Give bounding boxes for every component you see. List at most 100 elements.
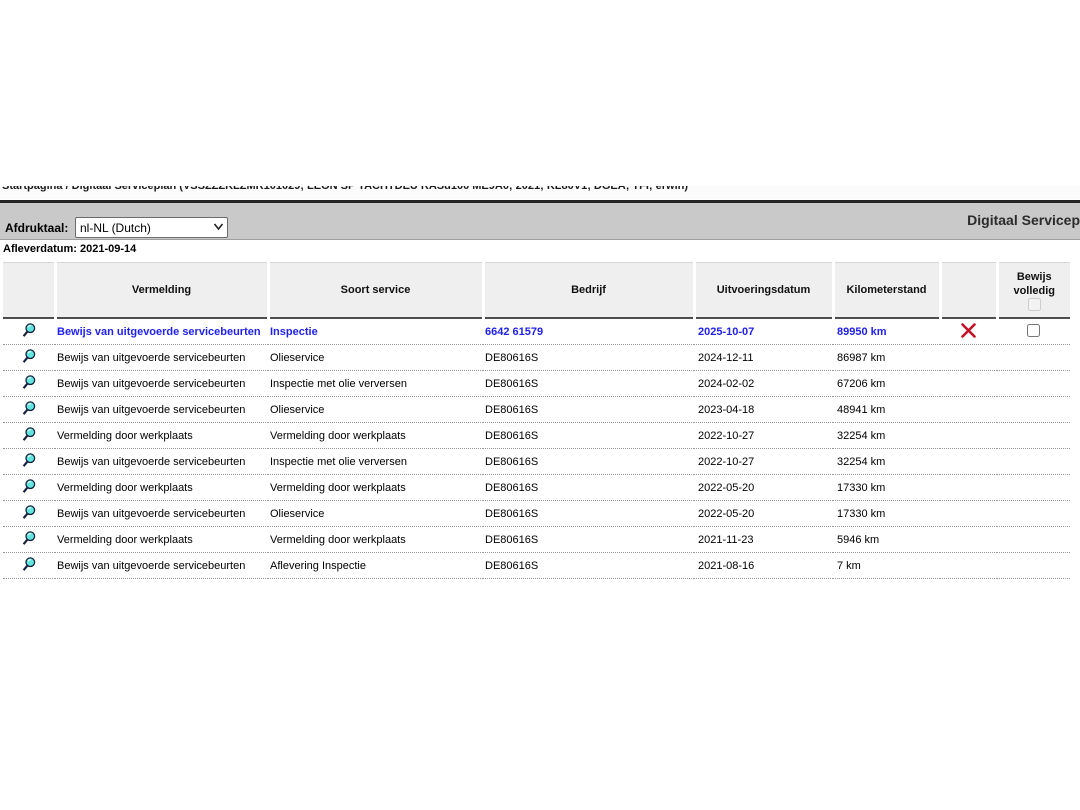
cell-kilometerstand: 32254 km [833, 449, 940, 475]
cell-kilometerstand: 89950 km [833, 318, 940, 345]
cell-kilometerstand: 17330 km [833, 501, 940, 527]
cell-kilometerstand: 17330 km [833, 475, 940, 501]
cell-bedrijf: DE80616S [483, 397, 694, 423]
cell-uitvoeringsdatum: 2022-10-27 [694, 423, 833, 449]
magnifier-icon[interactable] [21, 322, 37, 339]
service-history-table: Vermelding Soort service Bedrijf Uitvoer… [3, 262, 1070, 579]
cell-action [3, 501, 55, 527]
header-soort-service: Soort service [268, 263, 483, 319]
digital-service-plan-page: Startpagina / Digitaal Serviceplan (VSSZ… [0, 0, 1080, 810]
cell-bewijs-volledig [997, 501, 1070, 527]
cell-action [3, 449, 55, 475]
table-row: Vermelding door werkplaats Vermelding do… [3, 475, 1070, 501]
page-title: Digitaal Servicep [967, 212, 1080, 228]
cell-delete [940, 475, 997, 501]
cell-soort-service: Olieservice [268, 345, 483, 371]
cell-bewijs-volledig [997, 397, 1070, 423]
magnifier-icon[interactable] [21, 452, 37, 469]
cell-action [3, 423, 55, 449]
bewijs-volledig-header-checkbox [1028, 298, 1041, 311]
cell-bewijs-volledig [997, 553, 1070, 579]
cell-uitvoeringsdatum: 2022-10-27 [694, 449, 833, 475]
cell-bedrijf: DE80616S [483, 449, 694, 475]
red-x-icon[interactable] [960, 323, 977, 338]
cell-uitvoeringsdatum: 2023-04-18 [694, 397, 833, 423]
table-row: Vermelding door werkplaats Vermelding do… [3, 423, 1070, 449]
table-row: Bewijs van uitgevoerde servicebeurten Ol… [3, 501, 1070, 527]
cell-vermelding: Vermelding door werkplaats [55, 475, 268, 501]
cell-bewijs-volledig [997, 423, 1070, 449]
proof-checkbox[interactable] [1027, 324, 1040, 337]
cell-uitvoeringsdatum: 2025-10-07 [694, 318, 833, 345]
cell-bewijs-volledig [997, 318, 1070, 345]
table-row: Bewijs van uitgevoerde servicebeurten Af… [3, 553, 1070, 579]
cell-kilometerstand: 5946 km [833, 527, 940, 553]
magnifier-icon[interactable] [21, 426, 37, 443]
magnifier-icon[interactable] [21, 348, 37, 365]
header-uitvoeringsdatum: Uitvoeringsdatum [694, 263, 833, 319]
cell-vermelding: Bewijs van uitgevoerde servicebeurten [55, 345, 268, 371]
cell-bedrijf: DE80616S [483, 371, 694, 397]
magnifier-icon[interactable] [21, 400, 37, 417]
magnifier-icon[interactable] [21, 374, 37, 391]
cell-bedrijf: 6642 61579 [483, 318, 694, 345]
cell-uitvoeringsdatum: 2022-05-20 [694, 501, 833, 527]
table-row: Bewijs van uitgevoerde servicebeurten In… [3, 318, 1070, 345]
cell-kilometerstand: 67206 km [833, 371, 940, 397]
cell-kilometerstand: 86987 km [833, 345, 940, 371]
cell-action [3, 318, 55, 345]
cell-action [3, 397, 55, 423]
header-delete-column [940, 263, 997, 319]
cell-action [3, 345, 55, 371]
cell-delete [940, 318, 997, 345]
cell-vermelding: Vermelding door werkplaats [55, 527, 268, 553]
table-row: Bewijs van uitgevoerde servicebeurten In… [3, 371, 1070, 397]
service-table-body: Bewijs van uitgevoerde servicebeurten In… [3, 318, 1070, 579]
cell-bewijs-volledig [997, 527, 1070, 553]
cell-vermelding: Bewijs van uitgevoerde servicebeurten [55, 501, 268, 527]
cell-kilometerstand: 32254 km [833, 423, 940, 449]
cell-soort-service: Inspectie met olie verversen [268, 371, 483, 397]
cell-soort-service: Aflevering Inspectie [268, 553, 483, 579]
breadcrumb-text: Startpagina / Digitaal Serviceplan (VSSZ… [0, 186, 1080, 194]
cell-bedrijf: DE80616S [483, 475, 694, 501]
magnifier-icon[interactable] [21, 530, 37, 547]
cell-kilometerstand: 48941 km [833, 397, 940, 423]
cell-bedrijf: DE80616S [483, 345, 694, 371]
breadcrumb: Startpagina / Digitaal Serviceplan (VSSZ… [0, 186, 1080, 199]
table-header: Vermelding Soort service Bedrijf Uitvoer… [3, 263, 1070, 319]
cell-soort-service: Inspectie met olie verversen [268, 449, 483, 475]
table-row: Bewijs van uitgevoerde servicebeurten Ol… [3, 397, 1070, 423]
cell-uitvoeringsdatum: 2022-05-20 [694, 475, 833, 501]
cell-action [3, 527, 55, 553]
cell-delete [940, 553, 997, 579]
cell-delete [940, 371, 997, 397]
cell-soort-service: Inspectie [268, 318, 483, 345]
cell-bedrijf: DE80616S [483, 553, 694, 579]
cell-bewijs-volledig [997, 475, 1070, 501]
cell-soort-service: Olieservice [268, 397, 483, 423]
header-bewijs-volledig: Bewijs volledig [997, 263, 1070, 319]
cell-vermelding: Vermelding door werkplaats [55, 423, 268, 449]
cell-bedrijf: DE80616S [483, 423, 694, 449]
print-language-label: Afdruktaal: [5, 221, 68, 235]
cell-uitvoeringsdatum: 2024-12-11 [694, 345, 833, 371]
cell-kilometerstand: 7 km [833, 553, 940, 579]
magnifier-icon[interactable] [21, 556, 37, 573]
magnifier-icon[interactable] [21, 478, 37, 495]
print-language-select[interactable]: nl-NL (Dutch) [75, 217, 228, 238]
table-row: Bewijs van uitgevoerde servicebeurten Ol… [3, 345, 1070, 371]
cell-delete [940, 527, 997, 553]
cell-delete [940, 397, 997, 423]
cell-vermelding: Bewijs van uitgevoerde servicebeurten [55, 371, 268, 397]
magnifier-icon[interactable] [21, 504, 37, 521]
cell-bedrijf: DE80616S [483, 527, 694, 553]
cell-vermelding: Bewijs van uitgevoerde servicebeurten [55, 318, 268, 345]
print-language-select-wrap: nl-NL (Dutch) [75, 217, 228, 238]
toolbar: Afdruktaal: nl-NL (Dutch) Digitaal Servi… [0, 203, 1080, 240]
cell-bewijs-volledig [997, 371, 1070, 397]
cell-vermelding: Bewijs van uitgevoerde servicebeurten [55, 553, 268, 579]
cell-vermelding: Bewijs van uitgevoerde servicebeurten [55, 449, 268, 475]
header-kilometerstand: Kilometerstand [833, 263, 940, 319]
header-vermelding: Vermelding [55, 263, 268, 319]
